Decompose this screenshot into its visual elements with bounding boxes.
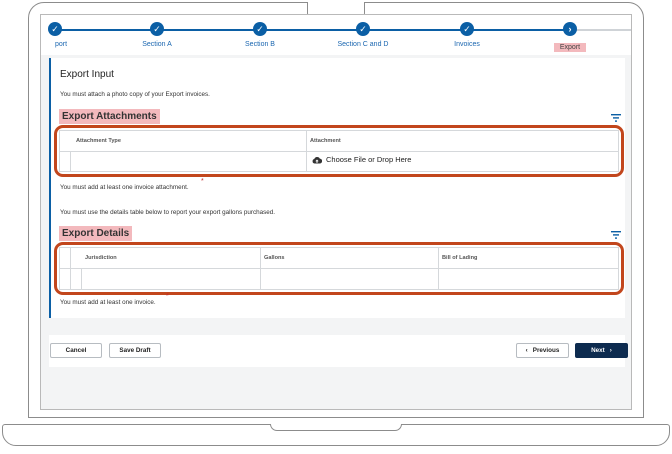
- details-section-title: Export Details: [59, 226, 133, 241]
- step-label: Section C and D: [337, 41, 389, 48]
- column-jurisdiction[interactable]: Jurisdiction: [85, 255, 117, 261]
- required-asterisk: *: [166, 293, 169, 300]
- table-divider: [306, 131, 307, 171]
- laptop-trackpad-notch: [270, 424, 402, 431]
- details-filter-icon[interactable]: [611, 231, 621, 239]
- table-divider: [60, 268, 618, 269]
- next-button[interactable]: Next ›: [575, 343, 628, 358]
- invoice-requirement-text: You must add at least one invoice.: [60, 299, 156, 306]
- previous-label: Previous: [532, 347, 560, 354]
- column-attachment-type[interactable]: Attachment Type: [76, 138, 121, 144]
- attachment-requirement-text: You must add at least one invoice attach…: [60, 184, 189, 191]
- step-check-icon: ✓: [48, 22, 62, 36]
- table-divider: [260, 248, 261, 289]
- step-check-icon: ✓: [356, 22, 370, 36]
- column-gallons[interactable]: Gallons: [264, 255, 285, 261]
- step-section-a[interactable]: ✓ Section A: [112, 22, 202, 48]
- step-section-b[interactable]: ✓ Section B: [215, 22, 305, 48]
- step-section-c-and-d[interactable]: ✓ Section C and D: [318, 22, 408, 48]
- chevron-left-icon: ‹: [525, 347, 528, 354]
- next-label: Next: [591, 347, 605, 354]
- table-divider: [70, 151, 71, 171]
- required-asterisk: *: [201, 178, 204, 185]
- step-invoices[interactable]: ✓ Invoices: [422, 22, 512, 48]
- step-label: port: [55, 41, 68, 48]
- details-table-header: Jurisdiction Gallons Bill of Lading: [60, 248, 620, 268]
- step-label: Export: [553, 43, 587, 52]
- table-divider: [81, 268, 82, 289]
- chevron-right-icon: ›: [609, 347, 612, 354]
- attachments-filter-icon[interactable]: [611, 114, 621, 122]
- file-upload-dropzone[interactable]: Choose File or Drop Here: [312, 155, 411, 164]
- step-label: Section B: [245, 41, 275, 48]
- cloud-upload-icon: [312, 156, 322, 164]
- table-divider: [438, 248, 439, 289]
- details-intro-text: You must use the details table below to …: [60, 209, 276, 216]
- step-export[interactable]: › Export: [525, 22, 615, 54]
- upload-label: Choose File or Drop Here: [326, 155, 412, 164]
- page-title: Export Input: [60, 69, 114, 80]
- step-current-icon: ›: [563, 22, 577, 36]
- cancel-button[interactable]: Cancel: [50, 343, 102, 358]
- step-check-icon: ✓: [460, 22, 474, 36]
- step-label: Invoices: [454, 41, 480, 48]
- attachments-table-header: Attachment Type Attachment: [60, 131, 620, 151]
- table-divider: [60, 151, 618, 152]
- step-label: Section A: [142, 41, 172, 48]
- intro-text: You must attach a photo copy of your Exp…: [60, 91, 210, 98]
- export-input-card: Export Input You must attach a photo cop…: [49, 58, 625, 318]
- step-check-icon: ✓: [253, 22, 267, 36]
- table-divider: [70, 248, 71, 289]
- column-bill-of-lading[interactable]: Bill of Lading: [442, 255, 477, 261]
- column-attachment[interactable]: Attachment: [310, 138, 341, 144]
- previous-button[interactable]: ‹ Previous: [516, 343, 569, 358]
- screen: ✓ port ✓ Section A ✓ Section B ✓ Section…: [40, 14, 632, 410]
- details-table: Jurisdiction Gallons Bill of Lading: [59, 247, 619, 290]
- form-footer: Cancel Save Draft ‹ Previous Next ›: [49, 335, 628, 367]
- attachments-table: Attachment Type Attachment Choose File o…: [59, 130, 619, 172]
- step-export-report[interactable]: ✓ port: [41, 22, 100, 48]
- attachments-section-title: Export Attachments: [59, 109, 160, 124]
- progress-stepper: ✓ port ✓ Section A ✓ Section B ✓ Section…: [41, 15, 631, 55]
- step-check-icon: ✓: [150, 22, 164, 36]
- save-draft-button[interactable]: Save Draft: [109, 343, 161, 358]
